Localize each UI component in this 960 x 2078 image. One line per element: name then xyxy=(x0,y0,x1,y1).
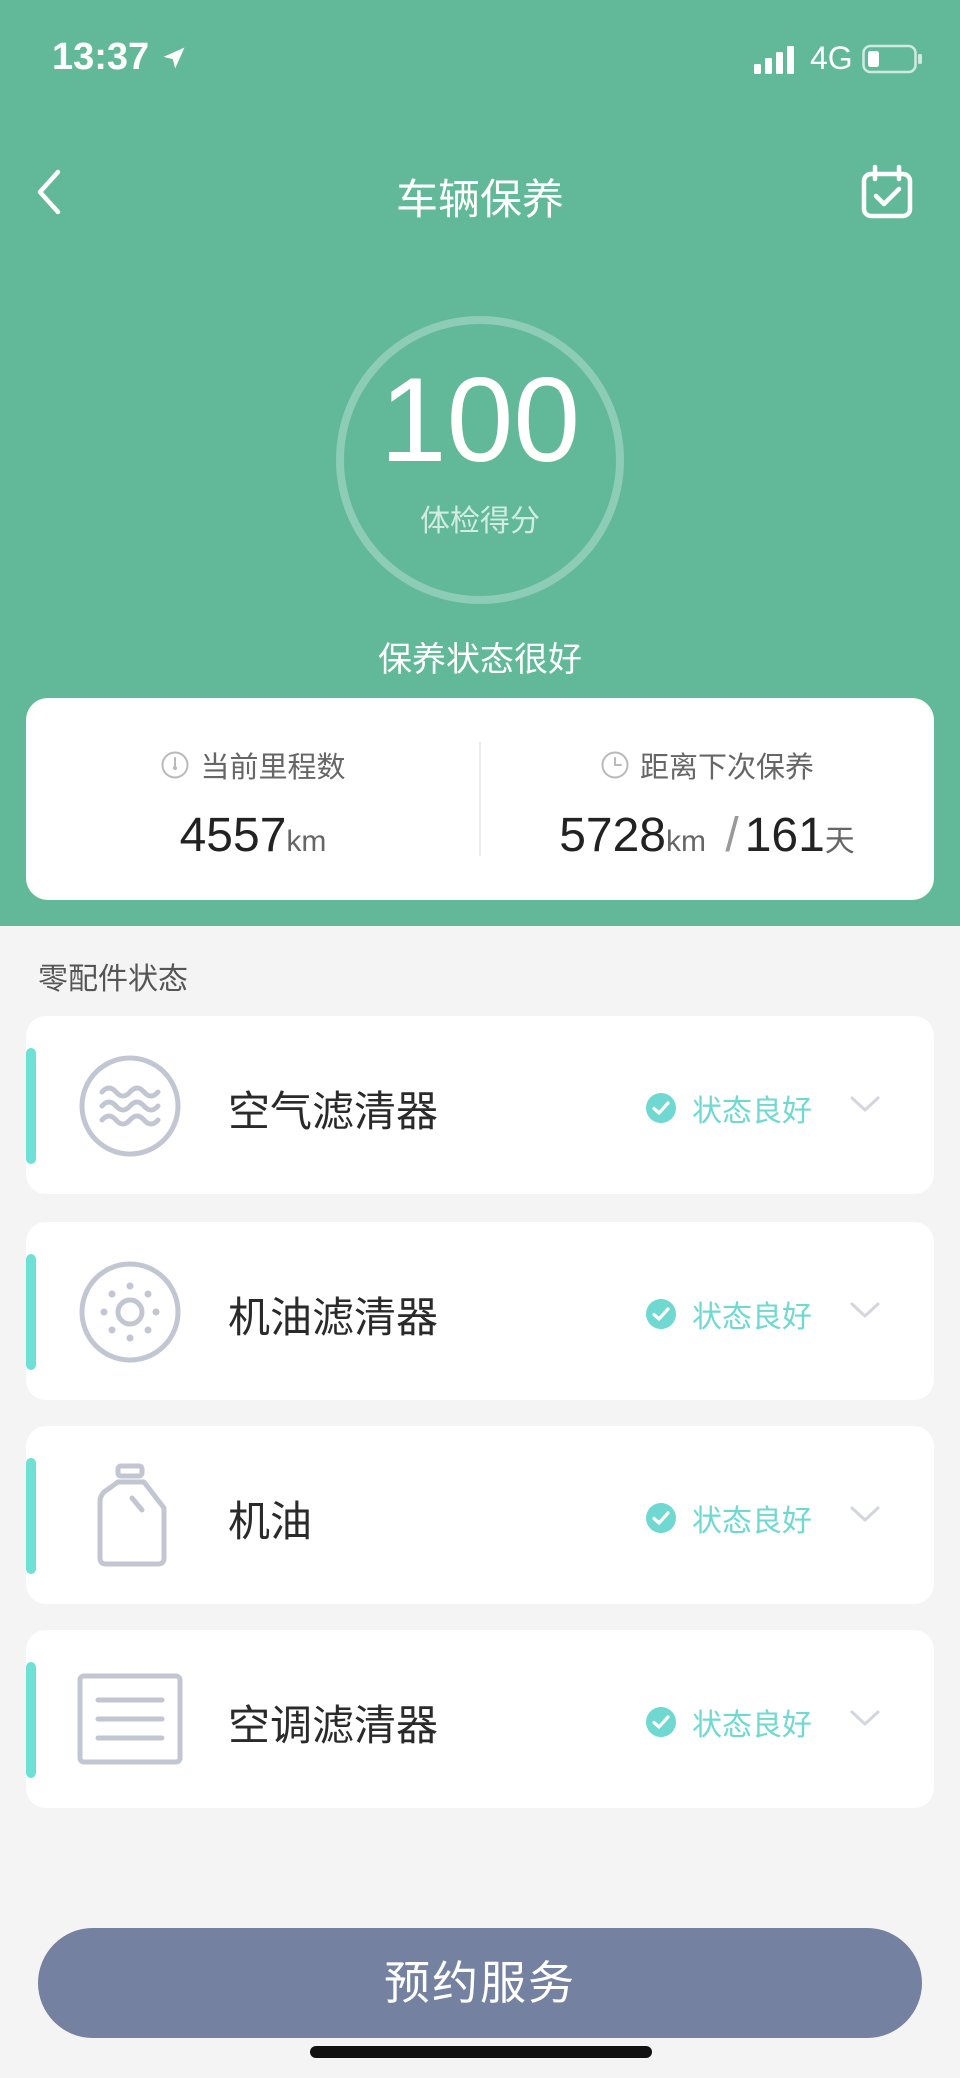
check-circle-icon xyxy=(646,1707,676,1737)
part-accent-bar xyxy=(26,1662,36,1778)
page-title: 车辆保养 xyxy=(395,175,564,224)
part-accent-bar xyxy=(26,1458,36,1574)
status-time: 13:37 xyxy=(52,36,150,78)
next-service: 距离下次保养 5728km /161天 xyxy=(480,744,934,863)
next-service-days-unit: 天 xyxy=(824,824,855,859)
chevron-down-icon[interactable] xyxy=(848,1298,882,1322)
next-service-distance: 5728 xyxy=(559,809,666,862)
current-mileage-label: 当前里程数 xyxy=(200,750,346,784)
home-indicator xyxy=(310,2046,652,2058)
calendar-check-icon[interactable] xyxy=(858,164,916,222)
next-service-separator: / xyxy=(725,809,739,862)
part-status: 状态良好 xyxy=(646,1496,812,1540)
chevron-down-icon[interactable] xyxy=(848,1706,882,1730)
part-item-oil-filter[interactable]: 机油滤清器 状态良好 xyxy=(26,1222,934,1400)
clock-icon xyxy=(601,751,629,779)
part-name: 空气滤清器 xyxy=(228,1087,439,1136)
chevron-down-icon[interactable] xyxy=(848,1092,882,1116)
oil-filter-icon xyxy=(79,1261,181,1363)
current-mileage-unit: km xyxy=(286,825,327,858)
check-circle-icon xyxy=(646,1503,676,1533)
book-service-button[interactable]: 预约服务 xyxy=(38,1928,922,2038)
parts-section-title: 零配件状态 xyxy=(38,962,188,997)
part-accent-bar xyxy=(26,1048,36,1164)
ac-filter-icon xyxy=(77,1673,183,1765)
nav-bar: 车辆保养 xyxy=(0,150,960,234)
gauge-icon xyxy=(161,751,189,779)
part-name: 空调滤清器 xyxy=(228,1701,439,1750)
signal-icon xyxy=(754,46,794,74)
part-status: 状态良好 xyxy=(646,1086,812,1130)
check-circle-icon xyxy=(646,1299,676,1329)
status-bar: 13:37 4G xyxy=(0,0,960,120)
battery-icon xyxy=(862,44,922,74)
part-name: 机油 xyxy=(228,1497,313,1546)
chevron-down-icon[interactable] xyxy=(848,1502,882,1526)
part-item-ac-filter[interactable]: 空调滤清器 状态良好 xyxy=(26,1630,934,1808)
part-item-engine-oil[interactable]: 机油 状态良好 xyxy=(26,1426,934,1604)
part-status-label: 状态良好 xyxy=(692,1094,812,1129)
oil-bottle-icon xyxy=(97,1463,167,1567)
check-circle-icon xyxy=(646,1093,676,1123)
part-status: 状态良好 xyxy=(646,1700,812,1744)
location-arrow-icon xyxy=(163,47,185,69)
current-mileage: 当前里程数 4557km xyxy=(26,744,480,863)
next-service-days: 161 xyxy=(744,809,825,862)
score-label: 体检得分 xyxy=(420,504,540,539)
part-status-label: 状态良好 xyxy=(692,1300,812,1335)
part-status: 状态良好 xyxy=(646,1292,812,1336)
current-mileage-value: 4557 xyxy=(179,809,287,862)
next-service-distance-unit: km xyxy=(666,825,706,858)
part-accent-bar xyxy=(26,1254,36,1370)
part-item-air-filter[interactable]: 空气滤清器 状态良好 xyxy=(26,1016,934,1194)
part-status-label: 状态良好 xyxy=(692,1708,812,1743)
air-filter-icon xyxy=(79,1055,181,1157)
network-type: 4G xyxy=(810,40,853,76)
part-status-label: 状态良好 xyxy=(692,1504,812,1539)
next-service-label: 距离下次保养 xyxy=(639,750,814,784)
part-name: 机油滤清器 xyxy=(228,1293,439,1342)
mileage-card: 当前里程数 4557km 距离下次保养 5728km /161天 xyxy=(26,698,934,900)
maintenance-status: 保养状态很好 xyxy=(378,640,582,680)
score-value: 100 xyxy=(379,353,581,487)
